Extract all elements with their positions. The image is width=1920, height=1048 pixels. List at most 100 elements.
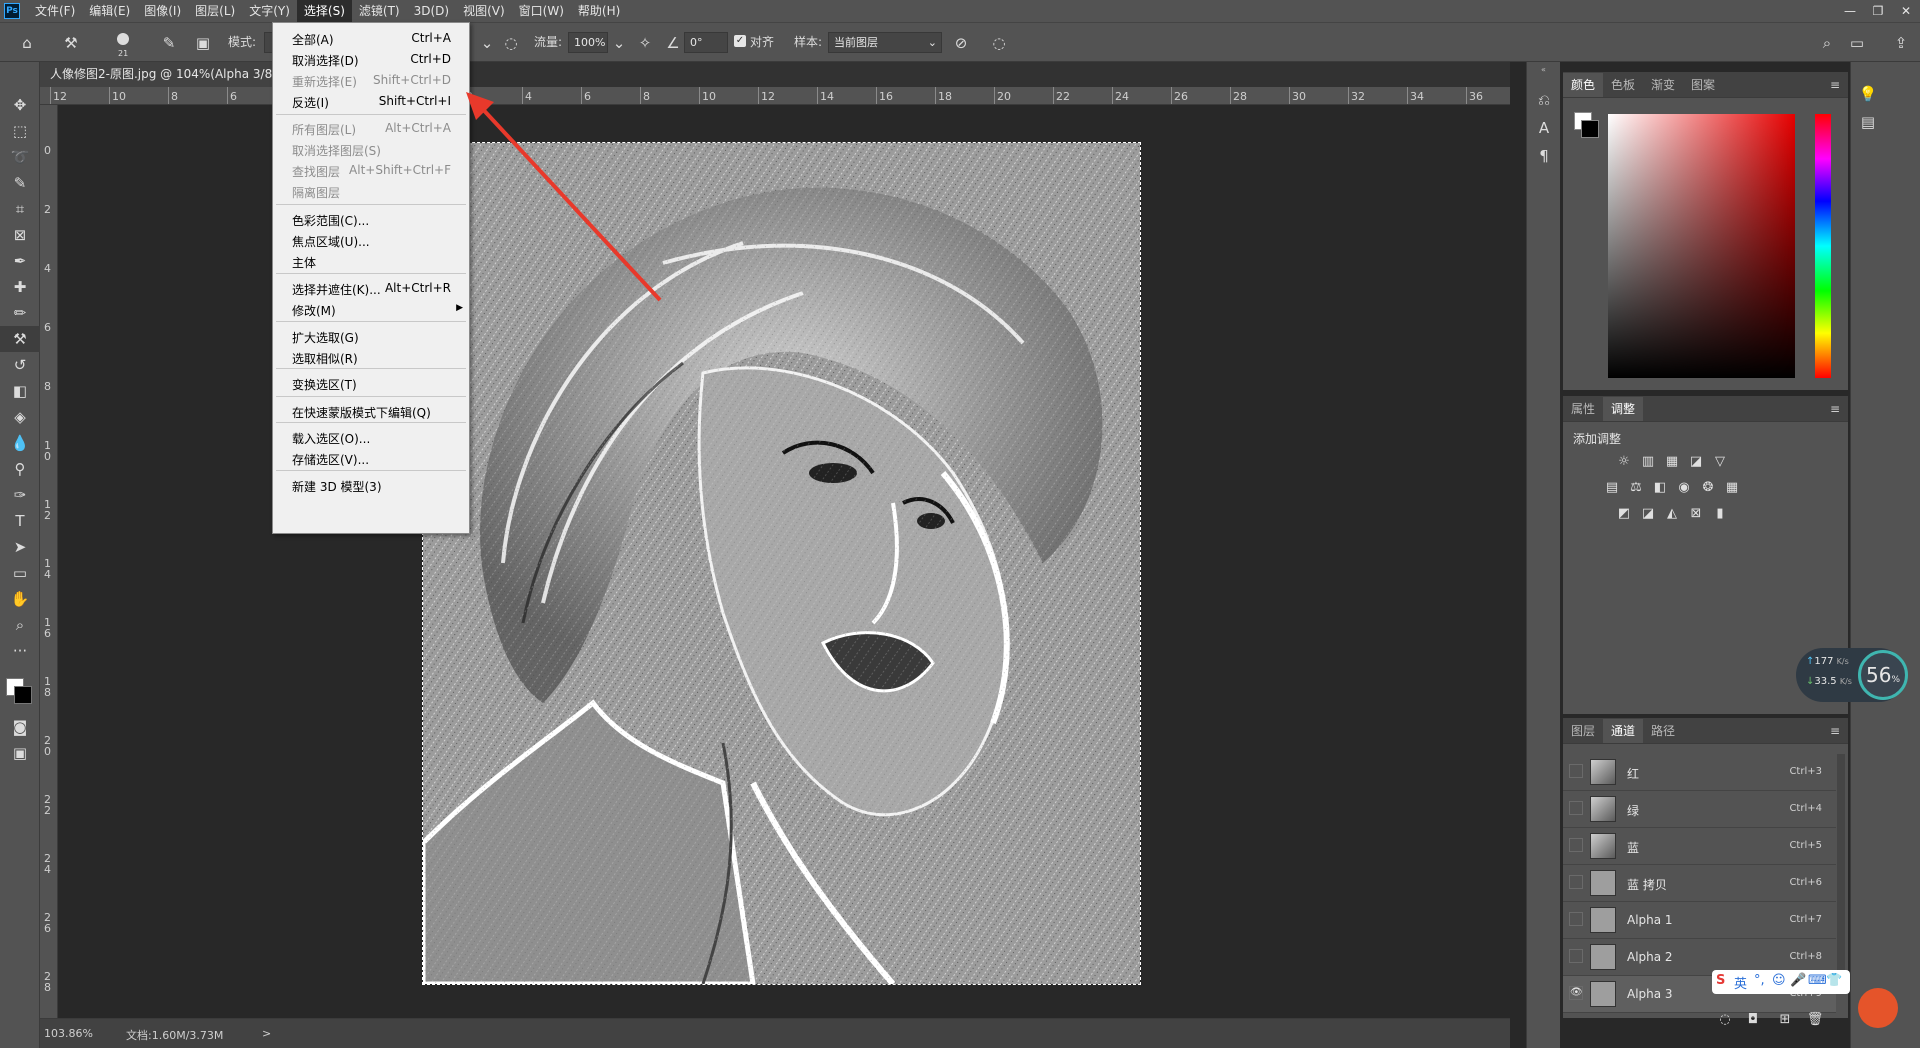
align-checkbox[interactable]: ✓ [734, 35, 746, 47]
select-menu-item[interactable]: 载入选区(O)... [273, 427, 469, 448]
voice-icon[interactable]: 🎤 [1790, 973, 1806, 988]
more-tools-icon[interactable]: ··· [0, 638, 40, 664]
learn-icon[interactable]: 💡 [1851, 80, 1885, 108]
punctuation-icon[interactable]: °, [1754, 973, 1765, 988]
invert-icon[interactable]: ◩ [1615, 506, 1633, 522]
menu-item[interactable]: 窗口(W) [512, 0, 571, 22]
select-menu-item[interactable]: 选择并遮住(K)... Alt+Ctrl+R [273, 278, 469, 299]
keyboard-icon[interactable]: ⌨ [1808, 973, 1827, 988]
horizontal-ruler[interactable]: 1210864202468101214161820222426283032343… [40, 87, 1510, 105]
menu-item[interactable]: 编辑(E) [82, 0, 137, 22]
menu-item[interactable]: 图层(L) [188, 0, 242, 22]
pen-tool-icon[interactable]: ✑ [0, 482, 40, 508]
threshold-icon[interactable]: ◭ [1663, 506, 1681, 522]
path-select-tool-icon[interactable]: ➤ [0, 534, 40, 560]
angle-input[interactable]: 0° [684, 32, 728, 53]
exposure-icon[interactable]: ◪ [1687, 454, 1705, 470]
menu-item[interactable]: 3D(D) [407, 0, 456, 22]
blur-tool-icon[interactable]: 💧 [0, 430, 40, 456]
screen-mode-icon[interactable]: ▣ [0, 740, 40, 766]
crop-tool-icon[interactable]: ⌗ [0, 196, 40, 222]
select-menu-item[interactable]: 反选(I) Shift+Ctrl+I [273, 91, 469, 112]
background-color-swatch[interactable] [14, 686, 32, 704]
skin-icon[interactable]: 👕 [1826, 973, 1842, 988]
lasso-tool-icon[interactable]: ➰ [0, 144, 40, 170]
visibility-eye-icon[interactable] [1569, 764, 1583, 778]
brush-settings-icon[interactable]: ✎ [158, 32, 180, 54]
panel-tab[interactable]: 调整 [1603, 397, 1644, 421]
curves-icon[interactable]: ▦ [1663, 454, 1681, 470]
channel-row[interactable]: 绿 Ctrl+4 [1563, 791, 1836, 828]
collapse-icon[interactable]: « [1527, 62, 1560, 86]
panel-menu-icon[interactable]: ≡ [1830, 402, 1840, 416]
dropdown-chevron-icon[interactable]: ⌄ [476, 32, 498, 54]
select-menu-item[interactable]: 扩大选取(G) [273, 326, 469, 347]
channels-scrollbar[interactable] [1837, 754, 1845, 974]
visibility-eye-icon[interactable] [1569, 875, 1583, 889]
panel-tab[interactable]: 路径 [1643, 719, 1683, 743]
select-menu-item[interactable]: 修改(M) ▶ [273, 299, 469, 320]
select-menu-item[interactable]: 选取相似(R) [273, 347, 469, 368]
channel-row[interactable]: 蓝 Ctrl+5 [1563, 828, 1836, 865]
select-menu-item[interactable]: 色彩范围(C)... [273, 209, 469, 230]
libraries-icon[interactable]: ▤ [1851, 108, 1885, 136]
select-menu-item[interactable]: 在快速蒙版模式下编辑(Q) [273, 401, 469, 422]
clone-stamp-tool-preset-icon[interactable]: ⚒ [60, 32, 82, 54]
new-channel-icon[interactable]: ⊞ [1776, 1012, 1794, 1030]
vertical-ruler[interactable]: 0 2 4 6 8 10 12 14 16 18 20 22 24 26 28 [40, 105, 58, 1018]
vibrance-icon[interactable]: ▽ [1711, 454, 1729, 470]
close-button[interactable]: ✕ [1892, 0, 1920, 22]
eraser-tool-icon[interactable]: ◧ [0, 378, 40, 404]
color-lookup-icon[interactable]: ▦ [1723, 480, 1741, 496]
hue-saturation-icon[interactable]: ▤ [1603, 480, 1621, 496]
sample-select[interactable]: 当前图层 ⌄ [828, 32, 942, 53]
channel-mixer-icon[interactable]: ❂ [1699, 480, 1717, 496]
select-menu-item[interactable]: 主体 [273, 251, 469, 272]
visibility-eye-icon[interactable] [1569, 838, 1583, 852]
panel-menu-icon[interactable]: ≡ [1830, 724, 1840, 738]
selective-color-icon[interactable]: ⊠ [1687, 506, 1705, 522]
panel-tab[interactable]: 属性 [1563, 397, 1603, 421]
dodge-tool-icon[interactable]: ⚲ [0, 456, 40, 482]
menu-item[interactable]: 帮助(H) [571, 0, 627, 22]
pressure-size-icon[interactable]: ◌ [988, 32, 1010, 54]
channel-row[interactable]: Alpha 1 Ctrl+7 [1563, 902, 1836, 939]
select-menu-item[interactable]: 焦点区域(U)... [273, 230, 469, 251]
ime-language-toggle[interactable]: 英 [1734, 973, 1747, 992]
panel-menu-icon[interactable]: ≡ [1830, 78, 1840, 92]
posterize-icon[interactable]: ◪ [1639, 506, 1657, 522]
select-menu-item[interactable]: 全部(A) Ctrl+A [273, 28, 469, 49]
ignore-adjustment-layers-icon[interactable]: ⊘ [950, 32, 972, 54]
clone-stamp-tool-icon[interactable]: ⚒ [0, 326, 40, 352]
eyedropper-tool-icon[interactable]: ✒ [0, 248, 40, 274]
select-menu-item[interactable]: 取消选择(D) Ctrl+D [273, 49, 469, 70]
panel-tab[interactable]: 图层 [1563, 719, 1603, 743]
select-menu-item[interactable]: 变换选区(T) [273, 373, 469, 394]
hue-slider[interactable] [1815, 114, 1831, 378]
panel-tab[interactable]: 图案 [1683, 73, 1723, 97]
visibility-eye-icon[interactable]: 👁 [1569, 986, 1583, 1000]
home-icon[interactable]: ⌂ [16, 32, 38, 54]
move-tool-icon[interactable]: ✥ [0, 92, 40, 118]
color-picker-field[interactable] [1608, 114, 1795, 378]
menu-item[interactable]: 文字(Y) [242, 0, 297, 22]
black-white-icon[interactable]: ◧ [1651, 480, 1669, 496]
type-tool-icon[interactable]: T [0, 508, 40, 534]
assistant-avatar[interactable] [1858, 988, 1898, 1028]
channel-row[interactable]: 红 Ctrl+3 [1563, 754, 1836, 791]
pressure-opacity-icon[interactable]: ◌ [500, 32, 522, 54]
rectangle-tool-icon[interactable]: ▭ [0, 560, 40, 586]
flow-chevron-icon[interactable]: ⌄ [608, 32, 630, 54]
levels-icon[interactable]: ▥ [1639, 454, 1657, 470]
hand-tool-icon[interactable]: ✋ [0, 586, 40, 612]
healing-brush-tool-icon[interactable]: ✚ [0, 274, 40, 300]
clone-source-icon[interactable]: ▣ [192, 32, 214, 54]
history-brush-tool-icon[interactable]: ↺ [0, 352, 40, 378]
background-color-swatch[interactable] [1581, 120, 1599, 138]
menu-item[interactable]: 文件(F) [28, 0, 82, 22]
visibility-eye-icon[interactable] [1569, 801, 1583, 815]
zoom-level[interactable]: 103.86% [44, 1027, 93, 1040]
search-icon[interactable]: ⌕ [1816, 32, 1838, 54]
share-icon[interactable]: ⇪ [1890, 32, 1912, 54]
visibility-eye-icon[interactable] [1569, 912, 1583, 926]
